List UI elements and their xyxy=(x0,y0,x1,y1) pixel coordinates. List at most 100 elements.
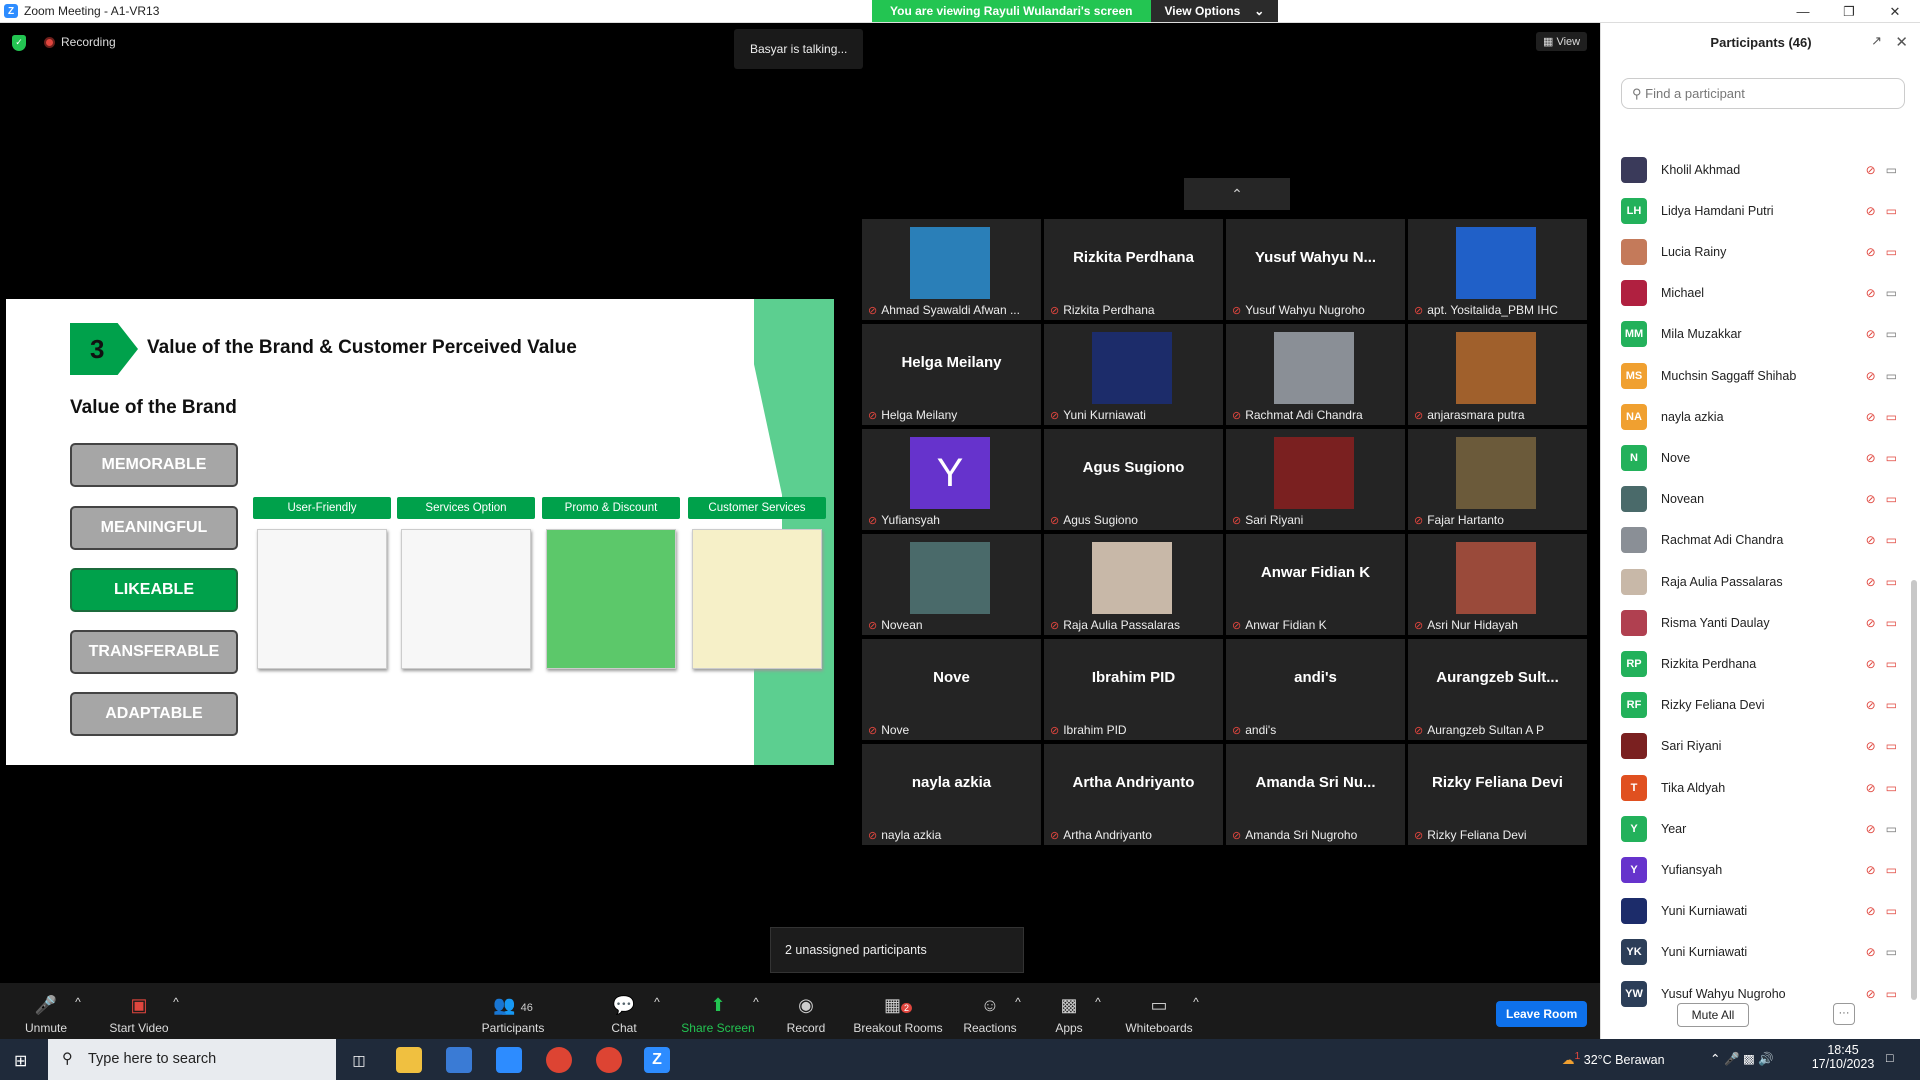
windows-start-icon[interactable]: ⊞ xyxy=(14,1051,27,1071)
video-tile[interactable]: ⊘ Rachmat Adi Chandra xyxy=(1226,324,1405,425)
participant-row[interactable]: MM Mila Muzakkar ⊘ ▭ xyxy=(1621,318,1901,351)
chat-options-caret[interactable]: ^ xyxy=(651,995,663,1009)
shield-icon[interactable]: ✓ xyxy=(12,35,26,51)
taskbar-search-input[interactable]: ⚲ Type here to search xyxy=(48,1039,336,1080)
participant-search-input[interactable]: ⚲ Find a participant xyxy=(1621,78,1905,109)
video-tile[interactable]: Rizky Feliana Devi ⊘ Rizky Feliana Devi xyxy=(1408,744,1587,845)
participant-row[interactable]: RP Rizkita Perdhana ⊘ ▭ xyxy=(1621,647,1901,680)
notifications-icon[interactable]: □ xyxy=(1886,1051,1894,1065)
meeting-stage: ✓ Recording Basyar is talking... ▦ View … xyxy=(0,23,1600,983)
minimize-button[interactable]: — xyxy=(1780,0,1826,23)
video-tile[interactable]: Helga Meilany ⊘ Helga Meilany xyxy=(862,324,1041,425)
participant-row[interactable]: Y Yufiansyah ⊘ ▭ xyxy=(1621,853,1901,886)
video-tile[interactable]: ⊘ Novean xyxy=(862,534,1041,635)
share-screen-button[interactable]: ⬆ Share Screen xyxy=(680,995,756,1035)
reactions-options-caret[interactable]: ^ xyxy=(1012,995,1024,1009)
video-tile[interactable]: ⊘ Raja Aulia Passalaras xyxy=(1044,534,1223,635)
participant-row[interactable]: Novean ⊘ ▭ xyxy=(1621,483,1901,516)
participants-button[interactable]: 👥 46 Participants xyxy=(478,995,548,1035)
more-options-button[interactable]: ··· xyxy=(1833,1003,1855,1025)
participant-row[interactable]: NA nayla azkia ⊘ ▭ xyxy=(1621,400,1901,433)
participant-avatar xyxy=(1621,609,1647,636)
chrome-profile-icon[interactable] xyxy=(596,1047,622,1073)
whiteboards-button[interactable]: ▭ Whiteboards xyxy=(1124,995,1194,1035)
record-button[interactable]: ◉ Record xyxy=(786,995,826,1035)
apps-button[interactable]: ▩ Apps xyxy=(1052,995,1086,1035)
participant-row[interactable]: Yuni Kurniawati ⊘ ▭ xyxy=(1621,895,1901,928)
mail-icon[interactable] xyxy=(496,1047,522,1073)
leave-room-button[interactable]: Leave Room xyxy=(1496,1001,1588,1027)
participant-name: andi's xyxy=(1245,723,1277,737)
video-tile[interactable]: ⊘ Sari Riyani xyxy=(1226,429,1405,530)
recording-indicator[interactable]: Recording xyxy=(44,35,116,49)
participant-row[interactable]: YK Yuni Kurniawati ⊘ ▭ xyxy=(1621,936,1901,969)
view-button[interactable]: ▦ View xyxy=(1536,32,1588,51)
system-tray-icons[interactable]: ⌃ 🎤 ▩ 🔊 xyxy=(1710,1051,1774,1067)
task-view-icon[interactable]: ◫ xyxy=(346,1047,372,1073)
video-tile[interactable]: Agus Sugiono ⊘ Agus Sugiono xyxy=(1044,429,1223,530)
participant-avatar xyxy=(1621,486,1647,513)
video-tile[interactable]: Y ⊘ Yufiansyah xyxy=(862,429,1041,530)
video-options-caret[interactable]: ^ xyxy=(170,995,182,1009)
participant-row[interactable]: RF Rizky Feliana Devi ⊘ ▭ xyxy=(1621,689,1901,722)
participant-row[interactable]: LH Lidya Hamdani Putri ⊘ ▭ xyxy=(1621,194,1901,227)
maximize-button[interactable]: ❐ xyxy=(1826,0,1872,23)
close-panel-icon[interactable]: ✕ xyxy=(1895,33,1908,51)
participant-name: Anwar Fidian K xyxy=(1245,618,1327,632)
share-options-caret[interactable]: ^ xyxy=(750,995,762,1009)
mic-muted-icon: ⊘ xyxy=(1232,829,1242,842)
page-up-button[interactable]: ⌃ xyxy=(1184,178,1290,210)
participant-row[interactable]: T Tika Aldyah ⊘ ▭ xyxy=(1621,771,1901,804)
participant-row[interactable]: N Nove ⊘ ▭ xyxy=(1621,441,1901,474)
video-tile[interactable]: andi's ⊘ andi's xyxy=(1226,639,1405,740)
video-tile[interactable]: Artha Andriyanto ⊘ Artha Andriyanto xyxy=(1044,744,1223,845)
video-tile[interactable]: ⊘ Ahmad Syawaldi Afwan ... xyxy=(862,219,1041,320)
video-tile[interactable]: nayla azkia ⊘ nayla azkia xyxy=(862,744,1041,845)
chrome-icon[interactable] xyxy=(546,1047,572,1073)
participant-row[interactable]: Y Year ⊘ ▭ xyxy=(1621,812,1901,845)
video-tile[interactable]: ⊘ anjarasmara putra xyxy=(1408,324,1587,425)
clock[interactable]: 18:45 17/10/2023 xyxy=(1808,1043,1878,1071)
video-tile[interactable]: Amanda Sri Nu... ⊘ Amanda Sri Nugroho xyxy=(1226,744,1405,845)
apps-options-caret[interactable]: ^ xyxy=(1092,995,1104,1009)
participant-row[interactable]: Raja Aulia Passalaras ⊘ ▭ xyxy=(1621,565,1901,598)
video-tile[interactable]: Nove ⊘ Nove xyxy=(862,639,1041,740)
participant-row[interactable]: Kholil Akhmad ⊘ ▭ xyxy=(1621,153,1901,186)
participant-row[interactable]: Risma Yanti Daulay ⊘ ▭ xyxy=(1621,606,1901,639)
file-explorer-icon[interactable] xyxy=(396,1047,422,1073)
whiteboards-options-caret[interactable]: ^ xyxy=(1190,995,1202,1009)
video-tile[interactable]: Yusuf Wahyu N... ⊘ Yusuf Wahyu Nugroho xyxy=(1226,219,1405,320)
chat-button[interactable]: 💬 Chat xyxy=(606,995,642,1035)
breakout-rooms-button[interactable]: ▦ 2 Breakout Rooms xyxy=(852,995,944,1035)
participant-row[interactable]: MS Muchsin Saggaff Shihab ⊘ ▭ xyxy=(1621,359,1901,392)
popout-icon[interactable]: ↗ xyxy=(1871,33,1882,49)
video-tile[interactable]: ⊘ Fajar Hartanto xyxy=(1408,429,1587,530)
zoom-taskbar-icon[interactable]: Z xyxy=(644,1047,670,1073)
close-window-button[interactable]: ✕ xyxy=(1872,0,1918,23)
video-tile[interactable]: ⊘ apt. Yositalida_PBM IHC xyxy=(1408,219,1587,320)
participant-list-scrollbar[interactable] xyxy=(1911,580,1917,1000)
video-tile[interactable]: ⊘ Yuni Kurniawati xyxy=(1044,324,1223,425)
video-tile[interactable]: ⊘ Asri Nur Hidayah xyxy=(1408,534,1587,635)
participant-row[interactable]: Rachmat Adi Chandra ⊘ ▭ xyxy=(1621,524,1901,557)
participant-name: Rachmat Adi Chandra xyxy=(1245,408,1363,422)
start-video-button[interactable]: ▣ Start Video xyxy=(106,995,172,1035)
unmute-button[interactable]: 🎤 Unmute xyxy=(22,995,70,1035)
mute-all-button[interactable]: Mute All xyxy=(1677,1003,1749,1027)
audio-options-caret[interactable]: ^ xyxy=(72,995,84,1009)
participant-row[interactable]: Sari Riyani ⊘ ▭ xyxy=(1621,730,1901,763)
video-tile[interactable]: Anwar Fidian K ⊘ Anwar Fidian K xyxy=(1226,534,1405,635)
weather-widget[interactable]: ☁1 32°C Berawan xyxy=(1562,1051,1665,1067)
participant-name-label: ⊘ nayla azkia xyxy=(868,828,1040,842)
participant-row[interactable]: Michael ⊘ ▭ xyxy=(1621,277,1901,310)
clock-time: 18:45 xyxy=(1827,1043,1859,1057)
reactions-button[interactable]: ☺ Reactions xyxy=(962,995,1018,1035)
participant-row[interactable]: Lucia Rainy ⊘ ▭ xyxy=(1621,235,1901,268)
video-tile[interactable]: Ibrahim PID ⊘ Ibrahim PID xyxy=(1044,639,1223,740)
video-tile[interactable]: Rizkita Perdhana ⊘ Rizkita Perdhana xyxy=(1044,219,1223,320)
view-options-button[interactable]: View Options ⌄ xyxy=(1150,0,1279,22)
store-icon[interactable] xyxy=(446,1047,472,1073)
video-tile[interactable]: Aurangzeb Sult... ⊘ Aurangzeb Sultan A P xyxy=(1408,639,1587,740)
participant-row[interactable]: YW Yusuf Wahyu Nugroho ⊘ ▭ xyxy=(1621,977,1901,1010)
participant-status-icons: ⊘ ▭ xyxy=(1866,492,1897,506)
